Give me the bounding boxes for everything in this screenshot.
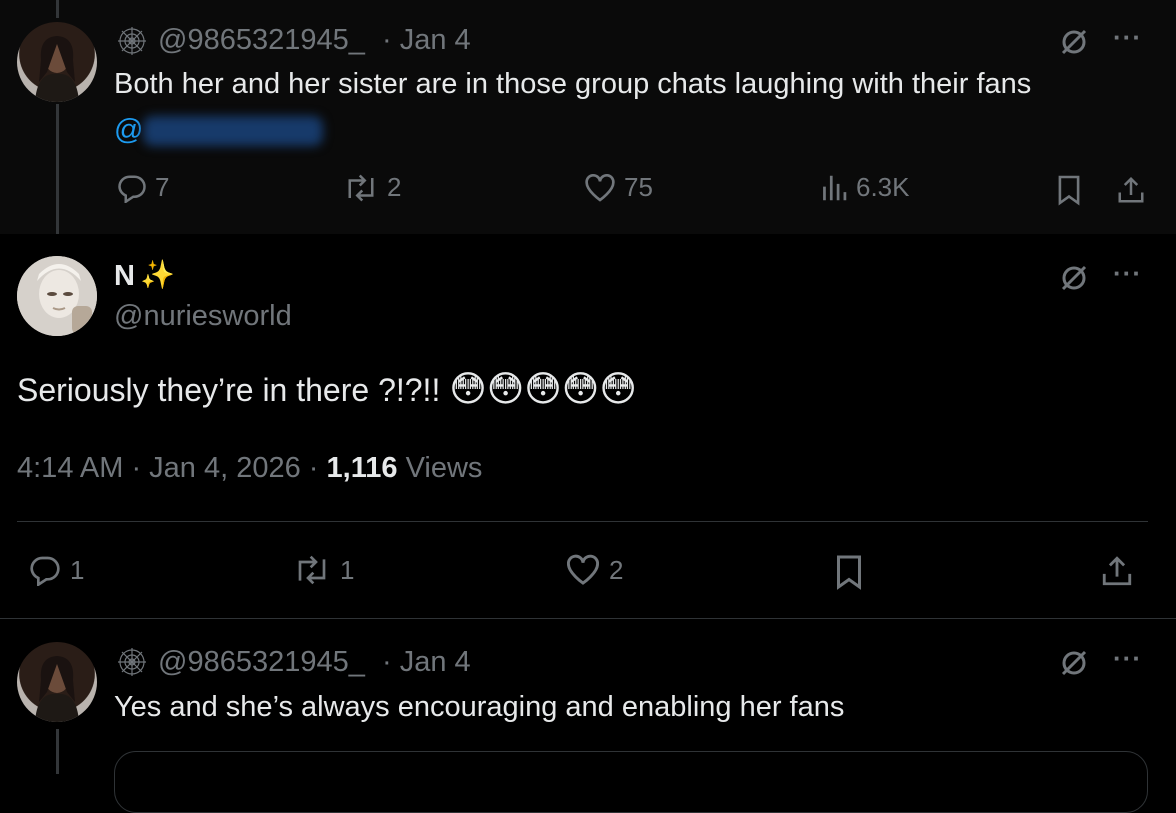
bookmark-icon [1058,175,1080,206]
view-count: 6.3K [856,172,910,202]
views-button[interactable]: 6.3K [820,172,910,203]
author-handle[interactable]: @9865321945_ [158,24,365,57]
thread-line-bottom [56,729,59,774]
author-handle[interactable]: @9865321945_ [158,646,365,679]
quoted-card[interactable] [114,751,1148,813]
avatar-image [17,256,97,336]
post-date[interactable]: · Jan 4 [382,646,471,679]
post-text: Yes and she’s always encouraging and ena… [114,691,845,723]
avatar[interactable] [17,256,97,336]
post-text: Seriously they’re in there ?!?!! 😳😳😳😳😳 [17,368,637,410]
post-metadata: 4:14 AM · Jan 4, 2026 · 1,116 Views [17,452,482,485]
repost-icon [348,174,374,201]
repost-count: 2 [387,172,402,202]
reply-button[interactable]: 7 [117,172,169,203]
divider [17,521,1148,522]
spiderweb-icon [117,26,147,56]
reply-icon [30,556,60,586]
author-handle[interactable]: @nuriesworld [114,300,292,333]
like-button[interactable]: 75 [584,172,653,203]
share-button[interactable] [1100,554,1134,588]
reply-count: 1 [70,554,85,585]
blurred-mention [143,116,323,146]
more-options-button[interactable]: ··· [1113,643,1142,674]
grok-icon[interactable] [1058,262,1090,294]
post-timestamp[interactable]: 4:14 AM · Jan 4, 2026 · [17,452,318,484]
share-button[interactable] [1116,174,1146,206]
avatar-image [35,656,79,722]
flushed-face-emojis: 😳😳😳😳😳 [449,368,637,409]
avatar[interactable] [17,22,97,102]
post-text: Both her and her sister are in those gro… [114,68,1032,100]
heart-icon [566,554,600,585]
thread-line-top [56,0,59,18]
reply-top-card[interactable]: @9865321945_ · Jan 4 ··· Both her and he… [0,0,1176,234]
repost-button[interactable]: 1 [292,554,354,586]
more-options-button[interactable]: ··· [1113,22,1142,53]
heart-icon [585,173,615,202]
mention-link[interactable]: @ [114,114,143,147]
share-icon [1118,176,1144,203]
reply-button[interactable]: 1 [28,554,84,586]
more-options-button[interactable]: ··· [1113,258,1142,289]
bookmark-icon [837,555,861,590]
thread-line-top-lower [56,104,59,234]
repost-icon [298,555,326,585]
post-date[interactable]: · Jan 4 [382,24,471,57]
grok-icon[interactable] [1058,647,1090,679]
avatar[interactable] [17,642,97,722]
repost-button[interactable]: 2 [343,172,401,203]
like-count: 75 [624,172,653,202]
like-count: 2 [609,554,624,585]
bookmark-button[interactable] [1056,174,1082,206]
reply-bottom-card[interactable]: @9865321945_ · Jan 4 ··· Yes and she’s a… [0,619,1176,813]
analytics-icon [823,175,847,200]
reply-count: 7 [155,172,170,202]
like-button[interactable]: 2 [565,554,623,586]
sparkles-icon: ✨ [140,259,175,290]
post-body: Seriously they’re in there ?!?!! [17,372,441,408]
grok-icon[interactable] [1058,26,1090,58]
avatar-image [35,36,79,102]
reply-icon [118,175,146,203]
display-name[interactable]: N [114,260,135,293]
main-post: N ✨ @nuriesworld ··· Seriously they’re i… [0,234,1176,619]
views-label: Views [405,452,483,484]
view-count: 1,116 [326,452,398,484]
repost-count: 1 [340,554,355,585]
bookmark-button[interactable] [834,554,864,590]
spiderweb-icon [117,647,147,677]
share-icon [1102,556,1132,586]
